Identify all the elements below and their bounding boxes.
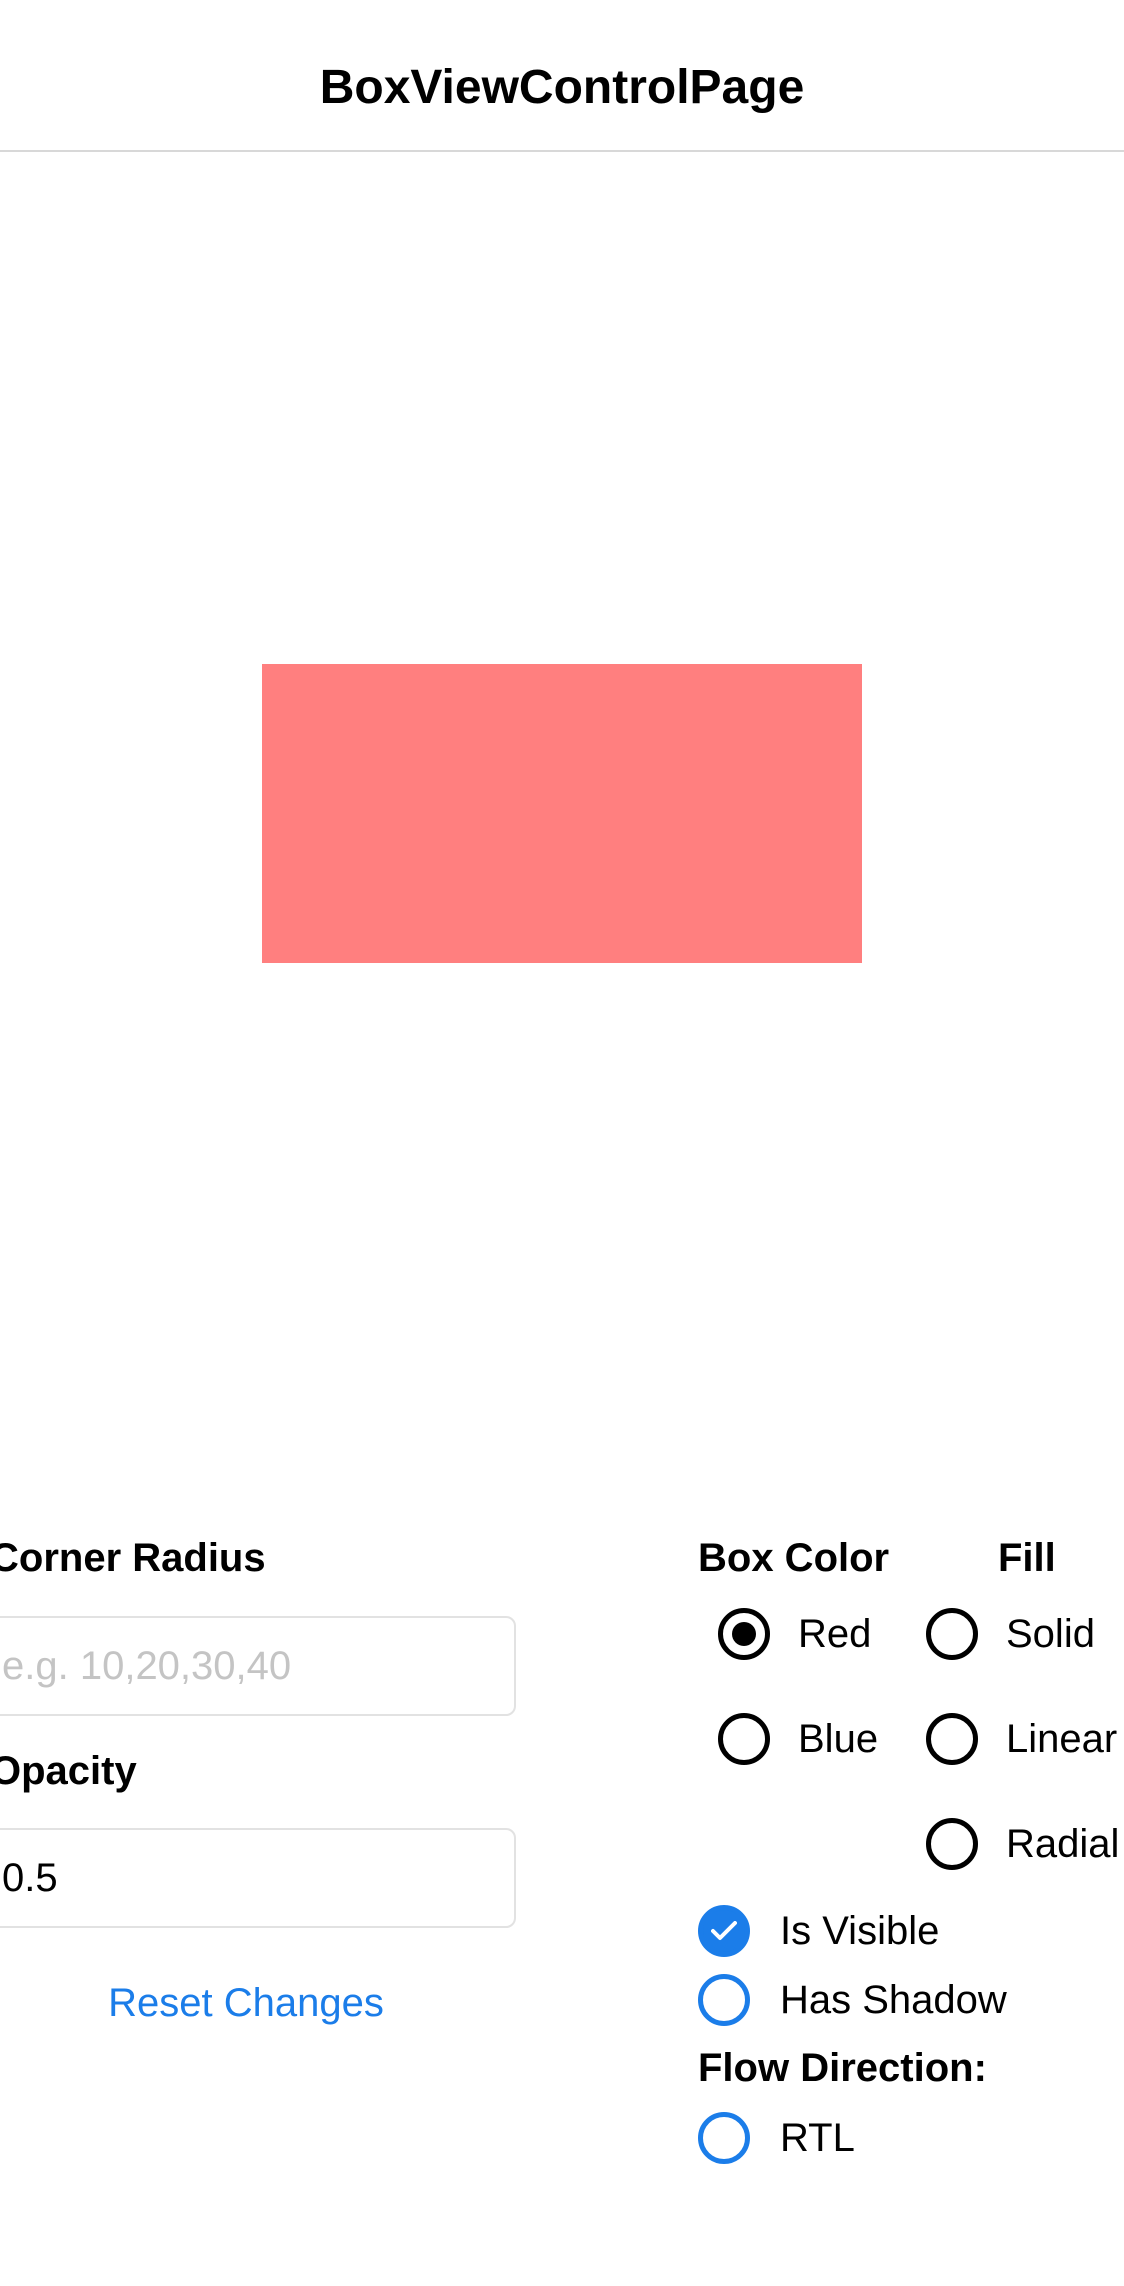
has-shadow-checkbox[interactable]: Has Shadow [698, 1974, 1007, 2026]
radio-radial-indicator [926, 1818, 978, 1870]
box-color-red-radio[interactable]: Red [718, 1608, 871, 1660]
fill-linear-radio[interactable]: Linear [926, 1713, 1117, 1765]
fill-radial-radio[interactable]: Radial [926, 1818, 1119, 1870]
radio-linear-label: Linear [1006, 1717, 1118, 1761]
box-view-preview [262, 664, 862, 963]
fill-label: Fill [998, 1536, 1056, 1580]
fill-solid-radio[interactable]: Solid [926, 1608, 1095, 1660]
rtl-checkbox[interactable]: RTL [698, 2112, 855, 2164]
box-view-control-page: BoxViewControlPage Corner Radius Opacity… [0, 0, 1124, 2286]
is-visible-check-indicator [698, 1905, 750, 1957]
box-color-blue-radio[interactable]: Blue [718, 1713, 878, 1765]
corner-radius-label: Corner Radius [0, 1536, 266, 1580]
corner-radius-input[interactable] [0, 1616, 516, 1716]
radio-solid-label: Solid [1006, 1612, 1095, 1656]
opacity-label: Opacity [0, 1749, 137, 1793]
radio-blue-indicator [718, 1713, 770, 1765]
box-color-label: Box Color [698, 1536, 890, 1580]
rtl-label: RTL [780, 2116, 855, 2160]
flow-direction-label: Flow Direction: [698, 2046, 987, 2090]
radio-radial-label: Radial [1006, 1822, 1120, 1866]
page-title: BoxViewControlPage [319, 61, 805, 114]
radio-linear-indicator [926, 1713, 978, 1765]
has-shadow-check-indicator [698, 1974, 750, 2026]
radio-blue-label: Blue [798, 1717, 879, 1761]
rtl-check-indicator [698, 2112, 750, 2164]
reset-changes-button[interactable]: Reset Changes [0, 1978, 492, 2028]
radio-red-indicator [718, 1608, 770, 1660]
is-visible-checkbox[interactable]: Is Visible [698, 1905, 939, 1957]
opacity-input[interactable] [0, 1828, 516, 1928]
radio-red-label: Red [798, 1612, 872, 1656]
radio-solid-indicator [926, 1608, 978, 1660]
navigation-bar: BoxViewControlPage [0, 0, 1124, 152]
has-shadow-label: Has Shadow [780, 1978, 1007, 2022]
is-visible-label: Is Visible [780, 1909, 940, 1953]
checkmark-icon [711, 1921, 737, 1940]
